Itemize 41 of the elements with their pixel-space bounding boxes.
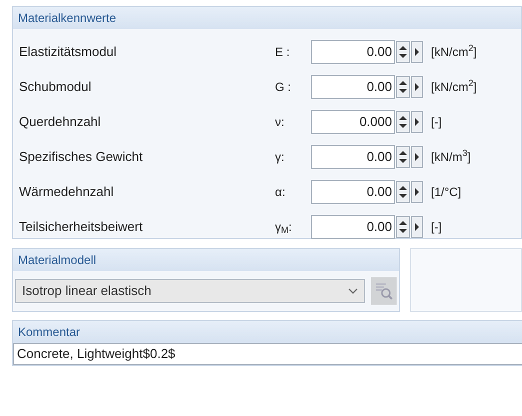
- arrow-button-icon[interactable]: [411, 76, 423, 98]
- arrow-button-icon[interactable]: [411, 40, 423, 62]
- value-field[interactable]: 0.00: [311, 40, 395, 64]
- section-header: Materialmodell: [13, 249, 399, 271]
- unit-label: [-]: [431, 114, 442, 130]
- property-label: Schubmodul: [18, 78, 92, 96]
- property-label: Elastizitätsmodul: [18, 42, 118, 61]
- unit-label: [1/°C]: [431, 184, 462, 200]
- symbol-label: γ$_{M}$:: [275, 218, 293, 236]
- arrow-button-icon[interactable]: [411, 146, 423, 168]
- arrow-button-icon[interactable]: [411, 180, 423, 202]
- value-field[interactable]: 0.00: [311, 180, 395, 204]
- unit-label: [kN/cm$^{2}$]: [431, 42, 477, 60]
- property-label: Wärmedehnzahl: [18, 182, 115, 201]
- value-field[interactable]: 0.00: [311, 144, 395, 168]
- arrow-button-icon[interactable]: [411, 216, 423, 238]
- value-field[interactable]: 0.000: [311, 110, 395, 134]
- symbol-label: G :: [275, 78, 292, 96]
- spinner-icon[interactable]: [396, 216, 410, 238]
- comment-field[interactable]: Concrete, Lightweight$0.2$: [13, 343, 522, 365]
- unit-label: [kN/m$^{3}$]: [431, 148, 471, 166]
- spinner-icon[interactable]: [396, 146, 410, 168]
- property-label: Querdehnzahl: [18, 112, 102, 131]
- property-label: Spezifisches Gewicht: [18, 148, 144, 166]
- arrow-button-icon[interactable]: [411, 110, 423, 132]
- spinner-icon[interactable]: [396, 110, 410, 132]
- symbol-label: γ:: [275, 148, 286, 166]
- section-header: Kommentar: [13, 321, 522, 343]
- property-label: Teilsicherheitsbeiwert: [18, 218, 144, 236]
- unit-label: [kN/cm$^{2}$]: [431, 78, 477, 96]
- section-header: Materialkennwerte: [13, 7, 521, 29]
- spinner-icon[interactable]: [396, 180, 410, 202]
- symbol-label: ν:: [275, 114, 286, 130]
- value-field[interactable]: 0.00: [311, 74, 395, 98]
- symbol-label: E :: [275, 44, 291, 60]
- unit-label: [-]: [431, 218, 442, 236]
- value-field[interactable]: 0.00: [311, 214, 395, 238]
- symbol-label: α:: [275, 184, 286, 200]
- spinner-icon[interactable]: [396, 76, 410, 98]
- chevron-down-icon: [348, 288, 358, 294]
- spinner-icon[interactable]: [396, 40, 410, 62]
